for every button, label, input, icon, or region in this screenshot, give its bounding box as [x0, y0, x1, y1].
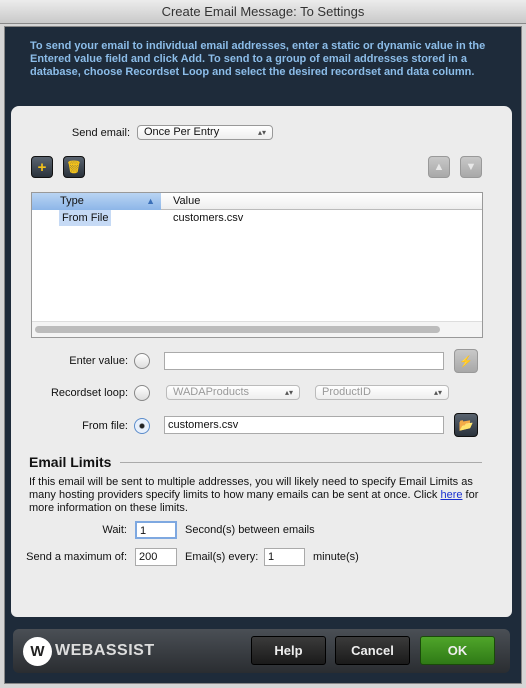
from-file-label: From file:	[82, 420, 128, 432]
ok-button[interactable]: OK	[420, 636, 495, 665]
enter-value-radio[interactable]	[134, 353, 150, 369]
recordset-loop-radio[interactable]	[134, 385, 150, 401]
enter-value-label: Enter value:	[69, 355, 128, 367]
send-email-select[interactable]: Once Per Entry ▴▾	[137, 125, 273, 140]
scrollbar-thumb[interactable]	[35, 326, 440, 333]
send-email-value: Once Per Entry	[144, 126, 220, 138]
recordset-value: WADAProducts	[173, 386, 250, 398]
title-bar: Create Email Message: To Settings	[0, 0, 526, 24]
divider	[120, 462, 482, 463]
add-button[interactable]: +	[31, 156, 53, 178]
here-link[interactable]: here	[440, 489, 462, 501]
updown-icon: ▴▾	[284, 388, 293, 397]
email-limits-text: If this email will be sent to multiple a…	[29, 476, 479, 514]
brand-name: WEBASSIST	[55, 642, 155, 659]
column-header-value[interactable]: Value	[173, 193, 200, 210]
intro-text: To send your email to individual email a…	[30, 40, 486, 78]
email-limits-heading: Email Limits	[29, 454, 112, 470]
from-file-input[interactable]: customers.csv	[164, 416, 444, 434]
arrow-up-icon: ▲	[433, 161, 445, 173]
webassist-logo-icon: W	[23, 637, 52, 666]
column-header-type[interactable]: Type ▲	[32, 193, 161, 210]
cell-value: customers.csv	[173, 212, 244, 224]
column-select[interactable]: ProductID ▴▾	[315, 385, 449, 400]
wait-input[interactable]: 1	[135, 521, 177, 539]
every-label: Email(s) every:	[185, 551, 259, 563]
send-email-label: Send email:	[71, 127, 130, 139]
cell-type: From File	[59, 210, 112, 226]
table-row[interactable]: From File customers.csv	[32, 210, 482, 226]
recipients-table: Type ▲ Value From File customers.csv	[31, 192, 483, 338]
max-label: Send a maximum of:	[26, 551, 127, 563]
type-header-label: Type	[60, 195, 84, 207]
recordset-select[interactable]: WADAProducts ▴▾	[166, 385, 300, 400]
wait-suffix: Second(s) between emails	[185, 524, 315, 536]
delete-button[interactable]: 🗑	[63, 156, 85, 178]
updown-icon: ▴▾	[433, 388, 442, 397]
sort-ascending-icon: ▲	[146, 196, 155, 206]
wait-label: Wait:	[102, 524, 127, 536]
from-file-radio[interactable]	[134, 418, 150, 434]
arrow-down-icon: ▼	[465, 161, 477, 173]
updown-icon: ▴▾	[257, 128, 266, 137]
trash-icon: 🗑	[66, 160, 82, 174]
help-button[interactable]: Help	[251, 636, 326, 665]
browse-button[interactable]: 📂	[454, 413, 478, 437]
column-value: ProductID	[322, 386, 371, 398]
folder-icon: 📂	[458, 418, 474, 432]
plus-icon: +	[37, 158, 47, 176]
dynamic-data-button[interactable]: ⚡	[454, 349, 478, 373]
move-down-button[interactable]: ▼	[460, 156, 482, 178]
enter-value-input[interactable]	[164, 352, 444, 370]
every-suffix: minute(s)	[313, 551, 359, 563]
horizontal-scrollbar[interactable]	[32, 321, 482, 337]
cancel-button[interactable]: Cancel	[335, 636, 410, 665]
lightning-icon: ⚡	[459, 355, 473, 368]
every-input[interactable]: 1	[264, 548, 305, 566]
recordset-loop-label: Recordset loop:	[50, 387, 128, 399]
move-up-button[interactable]: ▲	[428, 156, 450, 178]
max-input[interactable]: 200	[135, 548, 177, 566]
